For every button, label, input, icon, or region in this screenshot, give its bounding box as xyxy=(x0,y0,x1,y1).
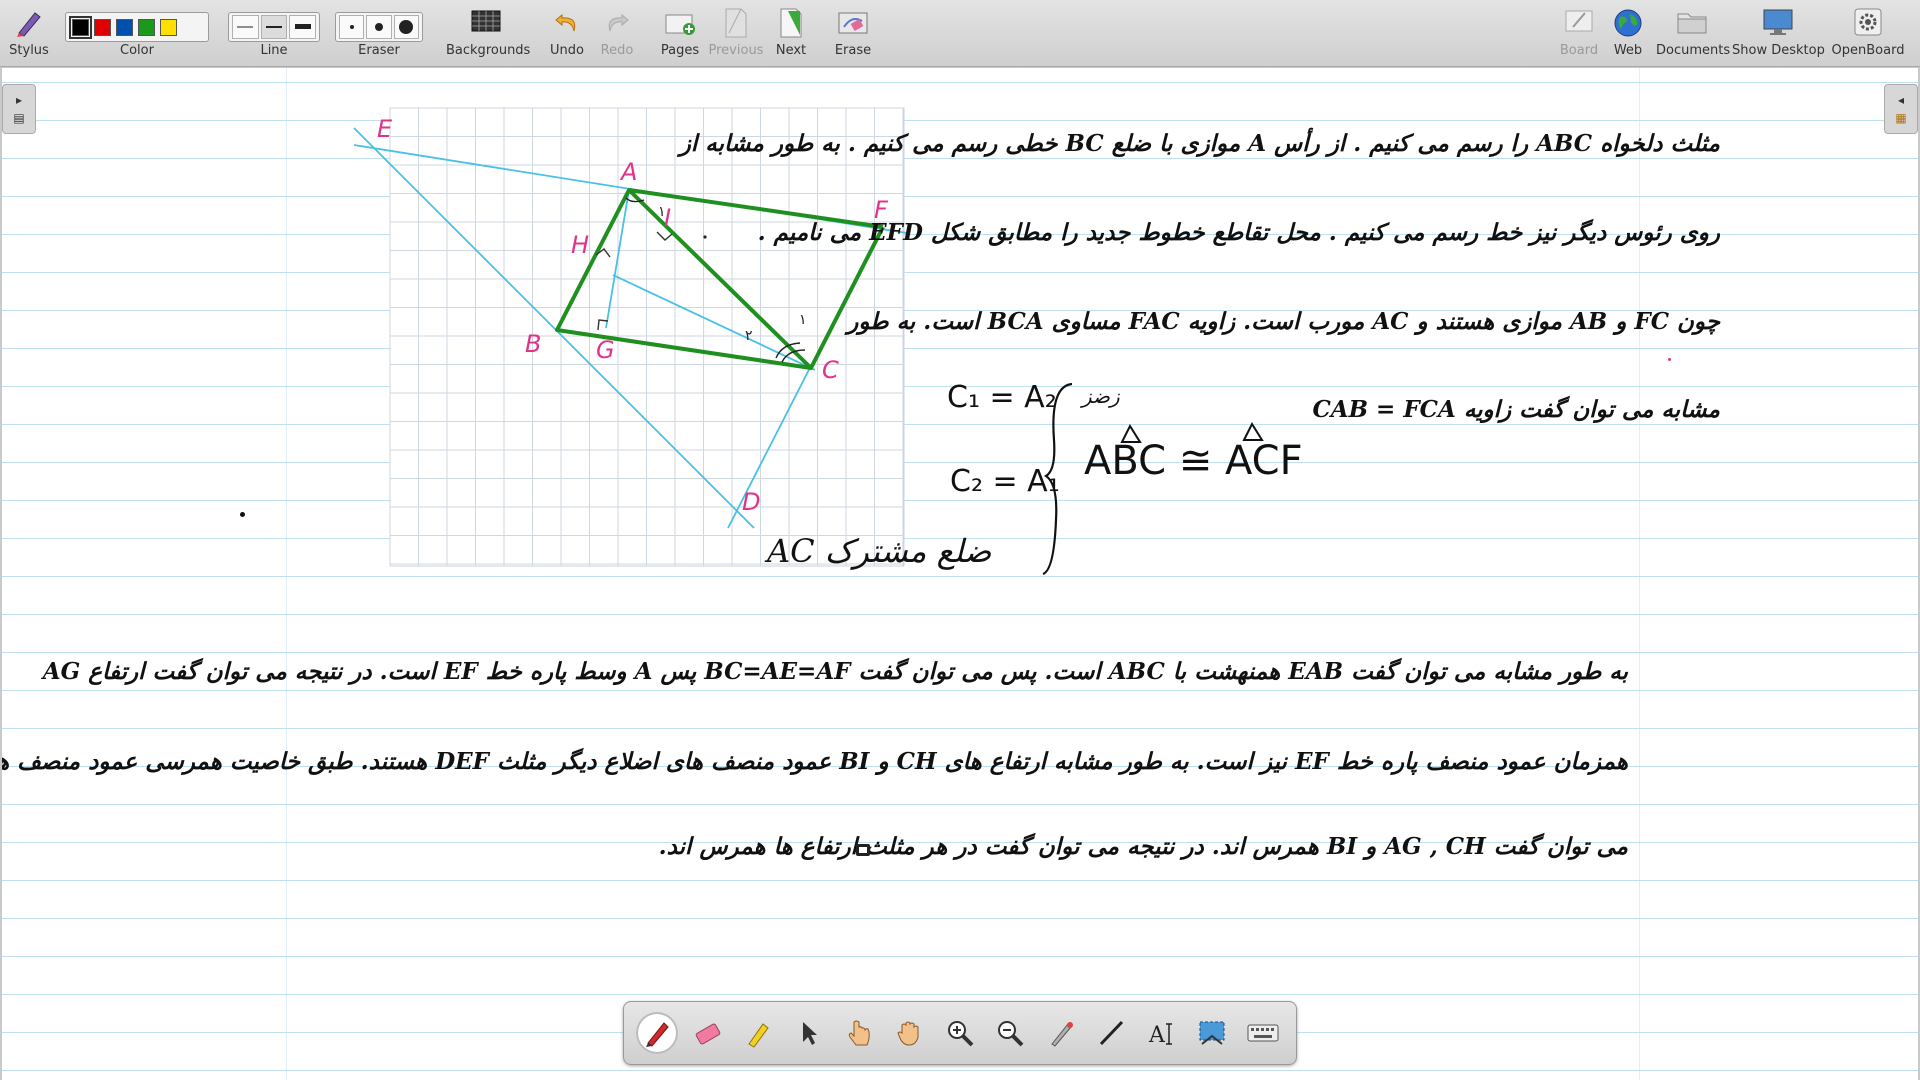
next-page-icon xyxy=(780,8,802,38)
paragraph-3-line-2: همزمان عمود منصف پاره خط EF نیز است. به … xyxy=(2,748,1628,775)
laser-pointer-icon xyxy=(1051,1022,1073,1047)
hand-tool-button[interactable] xyxy=(888,1012,930,1054)
keyboard-icon xyxy=(1247,1024,1279,1042)
color-swatch-yellow[interactable] xyxy=(160,18,177,36)
web-button[interactable]: Web xyxy=(1606,4,1650,62)
stylus-button[interactable]: Stylus xyxy=(6,4,52,62)
gear-icon xyxy=(1854,8,1882,36)
chevron-right-icon: ▸ xyxy=(15,93,23,107)
globe-icon xyxy=(1614,9,1642,37)
stylus-icon xyxy=(17,12,41,37)
color-swatch-black[interactable] xyxy=(69,15,92,39)
paragraph-3-line-1: به طور مشابه می توان گفت EAB همنهشت با A… xyxy=(42,658,1628,685)
board-icon xyxy=(1565,10,1593,32)
line-icon xyxy=(1100,1020,1124,1046)
board-mode-button[interactable]: Board xyxy=(1556,4,1602,62)
line-medium-button[interactable] xyxy=(260,15,288,39)
eraser-tool-button[interactable] xyxy=(687,1012,729,1054)
pointing-hand-icon xyxy=(848,1020,870,1046)
text-tool-button[interactable]: A xyxy=(1141,1012,1183,1054)
stray-ink-dot-pink xyxy=(1668,358,1671,361)
stray-ink-dot xyxy=(240,512,245,517)
select-tool-button[interactable] xyxy=(788,1012,830,1054)
paragraph-2-line-1: چون FC و AB موازی هستند و AC مورب است. ز… xyxy=(847,308,1720,335)
text-icon: A xyxy=(1148,1023,1172,1048)
line-thick-button[interactable] xyxy=(289,15,317,39)
eraser-group: Eraser xyxy=(333,4,425,62)
documents-button[interactable]: Documents xyxy=(1656,4,1730,62)
eraser-sizes xyxy=(335,12,423,42)
chevron-left-icon: ◂ xyxy=(1897,93,1905,107)
top-toolbar: Stylus Color Line Eraser Backgrounds Und… xyxy=(0,0,1920,67)
laser-pointer-button[interactable] xyxy=(1040,1012,1082,1054)
interact-tool-button[interactable] xyxy=(838,1012,880,1054)
redo-icon xyxy=(608,13,629,32)
previous-page-icon xyxy=(725,8,747,38)
line-widths xyxy=(228,12,320,42)
capture-tool-button[interactable] xyxy=(1191,1012,1233,1054)
brace-mark xyxy=(1042,382,1073,576)
monitor-icon xyxy=(1763,9,1793,35)
eq-common-side: ضلع مشترک AC xyxy=(767,532,992,570)
color-palette xyxy=(65,12,209,42)
backgrounds-icon xyxy=(471,10,501,32)
erase-board-button[interactable]: Erase xyxy=(828,4,878,62)
undo-icon xyxy=(555,13,576,32)
right-panel-toggle[interactable]: ◂ ▦ xyxy=(1884,84,1918,134)
paragraph-2-line-2: مشابه می توان گفت زاویه CAB = FCA xyxy=(1312,396,1720,423)
paragraph-1-line-1: مثلث دلخواه ABC را رسم می کنیم . از رأس … xyxy=(679,130,1720,157)
eraser-icon xyxy=(695,1023,720,1045)
zoom-in-button[interactable] xyxy=(939,1012,981,1054)
zoom-out-icon xyxy=(998,1021,1024,1047)
erase-board-icon xyxy=(838,12,868,34)
color-swatch-red[interactable] xyxy=(94,18,111,36)
cursor-dot xyxy=(856,844,870,856)
add-page-icon xyxy=(665,14,695,35)
capture-icon xyxy=(1199,1021,1225,1045)
zoom-in-icon xyxy=(947,1021,974,1047)
show-desktop-button[interactable]: Show Desktop xyxy=(1732,4,1825,62)
pen-tool-button[interactable] xyxy=(636,1012,679,1054)
color-swatch-green[interactable] xyxy=(138,18,155,36)
color-group: Color xyxy=(62,4,212,62)
arrow-cursor-icon xyxy=(802,1022,817,1045)
zoom-out-button[interactable] xyxy=(989,1012,1031,1054)
line-group: Line xyxy=(226,4,322,62)
eraser-small-button[interactable] xyxy=(339,15,365,39)
svg-text:A: A xyxy=(1148,1023,1166,1048)
virtual-keyboard-button[interactable] xyxy=(1242,1012,1284,1054)
eraser-medium-button[interactable] xyxy=(366,15,392,39)
backgrounds-button[interactable]: Backgrounds xyxy=(446,4,530,62)
library-icon: ▦ xyxy=(1895,111,1907,125)
highlighter-tool-button[interactable] xyxy=(737,1012,779,1054)
pen-icon xyxy=(646,1022,669,1047)
color-swatch-blue[interactable] xyxy=(116,18,133,36)
paragraph-3-line-3: می توان گفت AG , CH و BI همرس اند. در نت… xyxy=(658,833,1628,860)
next-page-button[interactable]: Next xyxy=(766,4,816,62)
eq-c1-a2: C₁ = A₂ xyxy=(947,380,1057,415)
paragraph-1-line-2: روی رئوس دیگر نیز خط رسم می کنیم . محل ت… xyxy=(757,219,1720,246)
note-scribble: زضز xyxy=(1082,384,1120,408)
previous-page-button[interactable]: Previous xyxy=(708,4,764,62)
folder-icon xyxy=(1677,13,1707,34)
pages-button[interactable]: Pages xyxy=(654,4,706,62)
whiteboard-canvas[interactable]: E A F H I B G C D ۱ ۱ ۲ C₁ = A₂ C₂ = A₁ … xyxy=(2,68,1918,1080)
line-tool-button[interactable] xyxy=(1090,1012,1132,1054)
eraser-large-button[interactable] xyxy=(393,15,419,39)
undo-button[interactable]: Undo xyxy=(542,4,592,62)
hand-icon xyxy=(897,1021,919,1046)
stylus-palette: A xyxy=(623,1001,1297,1065)
openboard-menu-button[interactable]: OpenBoard xyxy=(1828,4,1908,62)
pages-icon: ▤ xyxy=(13,111,25,125)
triangle-symbols xyxy=(1120,421,1264,443)
line-thin-button[interactable] xyxy=(232,15,259,39)
redo-button[interactable]: Redo xyxy=(592,4,642,62)
left-panel-toggle[interactable]: ▸ ▤ xyxy=(2,84,36,134)
highlighter-icon xyxy=(748,1023,769,1048)
